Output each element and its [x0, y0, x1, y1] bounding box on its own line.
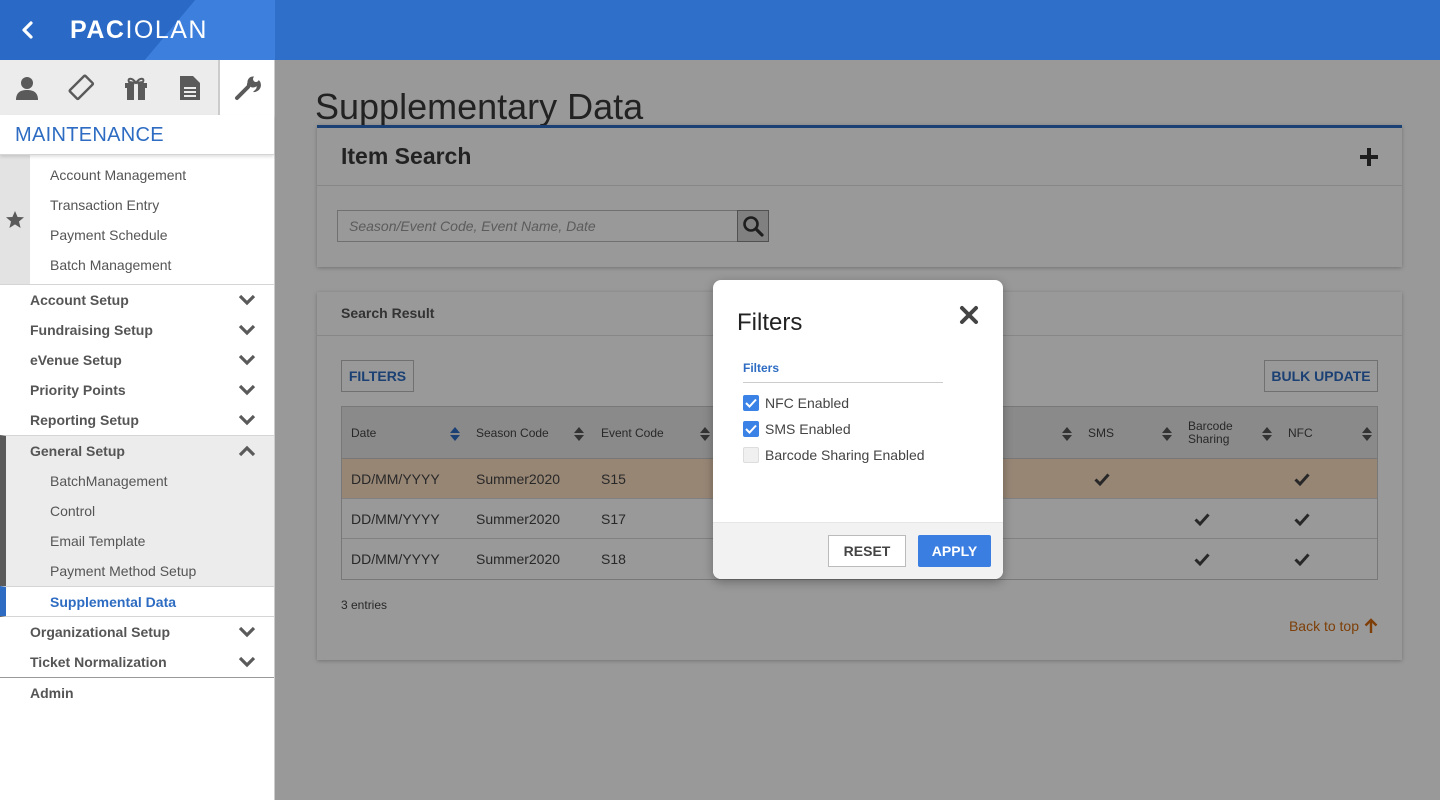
general-setup-group: General Setup BatchManagement Control Em…	[0, 435, 274, 617]
paciolan-logo: PACIOLAN	[70, 16, 208, 44]
apply-button[interactable]: APPLY	[918, 535, 991, 567]
tab-documents[interactable]	[163, 60, 217, 115]
sidebar-item-priority-points[interactable]: Priority Points	[0, 375, 274, 405]
sidebar-item-account-setup[interactable]: Account Setup	[0, 285, 274, 315]
sidebar-item-label: Ticket Normalization	[30, 654, 167, 670]
chevron-down-icon	[238, 324, 256, 336]
sidebar-item-organizational-setup[interactable]: Organizational Setup	[0, 617, 274, 647]
sidebar-item-label: Admin	[30, 684, 74, 701]
ticket-icon	[68, 73, 94, 100]
chevron-down-icon	[238, 626, 256, 638]
favorite-item[interactable]: Payment Schedule	[30, 220, 274, 250]
favorite-item[interactable]: Batch Management	[30, 250, 274, 280]
sidebar-item-fundraising-setup[interactable]: Fundraising Setup	[0, 315, 274, 345]
filters-modal: Filters Filters NFC Enabled SMS Enabled …	[713, 280, 1003, 579]
sidebar-item-admin[interactable]: Admin	[0, 677, 274, 707]
chevron-down-icon	[238, 414, 256, 426]
checkbox-label: Barcode Sharing Enabled	[765, 447, 925, 463]
sms-enabled-checkbox[interactable]: SMS Enabled	[743, 420, 851, 438]
sidebar-item-label: Account Setup	[30, 292, 129, 308]
checkbox-label: NFC Enabled	[765, 395, 850, 411]
nfc-enabled-checkbox[interactable]: NFC Enabled	[743, 394, 849, 412]
sidebar-subitem-active[interactable]: Supplemental Data	[0, 586, 274, 616]
check-icon	[745, 424, 757, 434]
tab-account[interactable]	[0, 60, 54, 115]
sidebar-item-label: Organizational Setup	[30, 624, 171, 640]
sidebar: MAINTENANCE Account Management Transacti…	[0, 60, 275, 800]
sidebar-subitem[interactable]: Payment Method Setup	[6, 556, 274, 586]
document-icon	[180, 75, 201, 100]
tab-tickets[interactable]	[54, 60, 108, 115]
tab-gifts[interactable]	[109, 60, 163, 115]
sidebar-item-label: Fundraising Setup	[30, 322, 153, 338]
divider	[743, 382, 943, 383]
chevron-down-icon	[238, 656, 256, 668]
sidebar-item-label: eVenue Setup	[30, 352, 122, 368]
sidebar-item-general-setup[interactable]: General Setup	[6, 436, 274, 466]
sidebar-item-label: General Setup	[30, 443, 125, 459]
brand-area: PACIOLAN	[0, 0, 275, 60]
favorites-list: Account Management Transaction Entry Pay…	[30, 155, 274, 284]
gift-icon	[125, 77, 148, 100]
sidebar-icon-tabs	[0, 60, 275, 115]
checkbox-checked[interactable]	[743, 395, 759, 411]
check-icon	[745, 398, 757, 408]
chevron-up-icon	[238, 445, 256, 457]
chevron-left-icon	[22, 21, 33, 39]
modal-title: Filters	[737, 309, 803, 336]
sidebar-item-label: Reporting Setup	[30, 412, 139, 428]
favorite-item[interactable]: Account Management	[30, 160, 274, 190]
reset-button[interactable]: RESET	[828, 535, 906, 567]
modal-footer: RESET APPLY	[713, 522, 1003, 579]
favorites-strip	[0, 155, 30, 284]
sidebar-subitem[interactable]: Email Template	[6, 526, 274, 556]
chevron-down-icon	[238, 384, 256, 396]
checkbox-label: SMS Enabled	[765, 421, 851, 437]
close-icon	[960, 306, 978, 324]
sidebar-subitem[interactable]: BatchManagement	[6, 466, 274, 496]
sidebar-subitem[interactable]: Control	[6, 496, 274, 526]
checkbox-unchecked[interactable]	[743, 447, 759, 463]
wrench-icon	[234, 75, 261, 100]
sidebar-item-reporting-setup[interactable]: Reporting Setup	[0, 405, 274, 435]
chevron-down-icon	[238, 354, 256, 366]
sidebar-item-evenue-setup[interactable]: eVenue Setup	[0, 345, 274, 375]
filters-section-label: Filters	[743, 361, 780, 375]
favorites-section: Account Management Transaction Entry Pay…	[0, 155, 274, 285]
chevron-down-icon	[238, 294, 256, 306]
sidebar-section-title: MAINTENANCE	[0, 115, 274, 155]
checkbox-checked[interactable]	[743, 421, 759, 437]
sidebar-item-label: Priority Points	[30, 382, 126, 398]
star-icon	[6, 210, 24, 228]
close-button[interactable]	[959, 305, 979, 325]
barcode-sharing-enabled-checkbox[interactable]: Barcode Sharing Enabled	[743, 446, 925, 464]
back-button[interactable]	[14, 16, 42, 44]
person-icon	[16, 76, 39, 100]
sidebar-item-ticket-normalization[interactable]: Ticket Normalization	[0, 647, 274, 677]
top-bar: PACIOLAN	[0, 0, 1440, 60]
tab-maintenance[interactable]	[217, 60, 275, 115]
favorite-item[interactable]: Transaction Entry	[30, 190, 274, 220]
